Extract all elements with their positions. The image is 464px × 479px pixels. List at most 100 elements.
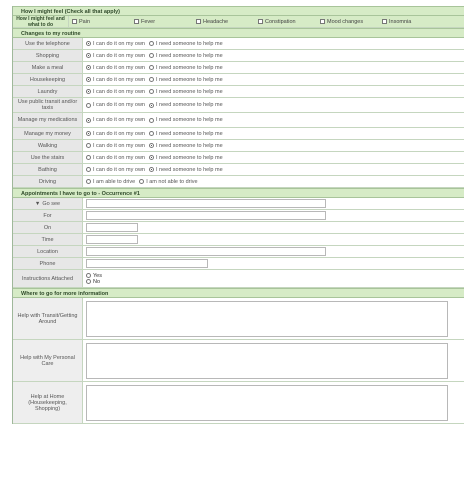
feel-option-constipation[interactable]: Constipation: [258, 19, 320, 25]
option-label: I need someone to help me: [155, 102, 223, 108]
radio-not-able-to-drive[interactable]: [139, 179, 145, 184]
text-area[interactable]: [86, 300, 448, 337]
text-input[interactable]: [86, 247, 326, 256]
option-label: I am able to drive: [93, 178, 136, 185]
text-area[interactable]: [86, 342, 448, 379]
info-row-label: Help with My Personal Care: [13, 340, 83, 381]
routine-row: Make a meal I can do it on my own I need s…: [13, 62, 464, 74]
text-input[interactable]: [86, 259, 208, 268]
info-row-value: [83, 298, 464, 339]
option-label: I need someone to help me: [155, 154, 223, 161]
radio-own[interactable]: [86, 89, 91, 94]
radio-need-help[interactable]: [148, 65, 154, 70]
option-label: I need someone to help me: [155, 64, 223, 71]
radio-own[interactable]: [86, 155, 91, 160]
appt-row-value: [83, 258, 464, 269]
checkbox[interactable]: [258, 19, 263, 24]
info-row: Help with My Personal Care: [13, 340, 464, 382]
radio-need-help[interactable]: [148, 167, 154, 172]
routine-row: Walking I can do it on my own I need someo…: [13, 140, 464, 152]
appt-row: Phone: [13, 258, 464, 270]
feel-option-fever[interactable]: Fever: [134, 19, 196, 25]
option-label: I can do it on my own: [93, 64, 145, 71]
option-label: I need someone to help me: [155, 76, 223, 83]
text-input[interactable]: [86, 211, 326, 220]
routine-row-options: I can do it on my own I need someone to h…: [83, 152, 464, 163]
radio-need-help[interactable]: [148, 155, 154, 160]
routine-row: Shopping I can do it on my own I need some…: [13, 50, 464, 62]
routine-row-options: I can do it on my own I need someone to h…: [83, 128, 464, 139]
text-input[interactable]: [86, 199, 326, 208]
section-title-info: Where to go for more information: [21, 291, 109, 297]
radio-own[interactable]: [86, 117, 91, 123]
option-label: I am not able to drive: [146, 178, 198, 185]
routine-row-label: Walking: [13, 140, 83, 151]
appt-row-label-text: For: [43, 212, 52, 219]
routine-row-options: I can do it on my own I need someone to h…: [83, 74, 464, 85]
radio-own[interactable]: [86, 65, 91, 70]
routine-row-options: I can do it on my own I need someone to h…: [83, 164, 464, 175]
option-label: I can do it on my own: [93, 88, 145, 95]
radio-own[interactable]: [86, 77, 91, 82]
appt-row-label-text: Go see: [42, 200, 61, 207]
appointment-rows: ▼ Go see For On Time Location Phone: [13, 198, 464, 270]
routine-row: Use the stairs I can do it on my own I nee…: [13, 152, 464, 164]
appt-row-value: [83, 198, 464, 209]
appt-row-value: [83, 210, 464, 221]
routine-rows: Use the telephone I can do it on my own I …: [13, 38, 464, 176]
option-label: I can do it on my own: [93, 52, 145, 59]
routine-row-options: I can do it on my own I need someone to h…: [83, 140, 464, 151]
option-label: No: [93, 278, 101, 285]
radio-own[interactable]: [86, 102, 91, 108]
radio-own[interactable]: [86, 131, 91, 136]
option-label: I need someone to help me: [155, 166, 223, 173]
radio-own[interactable]: [86, 53, 91, 58]
radio-need-help[interactable]: [148, 41, 154, 46]
appt-row-label-text: Time: [41, 236, 54, 243]
routine-row-options: I can do it on my own I need someone to h…: [83, 50, 464, 61]
feel-option-headache[interactable]: Headache: [196, 19, 258, 25]
radio-need-help[interactable]: [148, 89, 154, 94]
feel-option-mood[interactable]: Mood changes: [320, 19, 382, 25]
checkbox[interactable]: [72, 19, 77, 24]
text-area[interactable]: [86, 384, 448, 421]
feel-row-label: How I might feel and what to do: [13, 16, 69, 28]
appt-row-label: Time: [13, 234, 83, 245]
option-label: I can do it on my own: [93, 76, 145, 83]
appt-row: ▼ Go see: [13, 198, 464, 210]
checkbox[interactable]: [382, 19, 387, 24]
radio-need-help[interactable]: [148, 77, 154, 82]
radio-yes[interactable]: [86, 273, 91, 278]
feel-option-pain[interactable]: Pain: [72, 19, 134, 25]
appt-row-label-text: Location: [37, 248, 58, 255]
radio-no[interactable]: [86, 279, 91, 284]
info-row-value: [83, 340, 464, 381]
triangle-right-icon: ▼: [34, 200, 41, 207]
radio-need-help[interactable]: [148, 117, 154, 123]
checkbox[interactable]: [320, 19, 325, 24]
section-header-routine: Changes to my routine: [13, 28, 464, 38]
option-label: I need someone to help me: [155, 88, 223, 95]
option-label: I can do it on my own: [93, 40, 145, 47]
appt-row-value: [83, 234, 464, 245]
feel-option-insomnia[interactable]: Insomnia: [382, 19, 444, 25]
checkbox[interactable]: [196, 19, 201, 24]
checkbox[interactable]: [134, 19, 139, 24]
radio-need-help[interactable]: [148, 102, 154, 108]
text-input[interactable]: [86, 235, 138, 244]
radio-own[interactable]: [86, 167, 91, 172]
radio-own[interactable]: [86, 143, 91, 148]
routine-row: Manage my medications I can do it on my o…: [13, 113, 464, 128]
appt-row: Location: [13, 246, 464, 258]
appt-row-value: [83, 222, 464, 233]
radio-need-help[interactable]: [148, 53, 154, 58]
feel-row: How I might feel and what to do Pain Fev…: [13, 16, 464, 28]
routine-row-options: I can do it on my own I need someone to h…: [83, 98, 464, 112]
radio-need-help[interactable]: [148, 131, 154, 136]
text-input[interactable]: [86, 223, 138, 232]
radio-able-to-drive[interactable]: [86, 179, 91, 184]
routine-row-label: Use the telephone: [13, 38, 83, 49]
radio-need-help[interactable]: [148, 143, 154, 148]
option-label: I can do it on my own: [93, 117, 145, 123]
radio-own[interactable]: [86, 41, 91, 46]
